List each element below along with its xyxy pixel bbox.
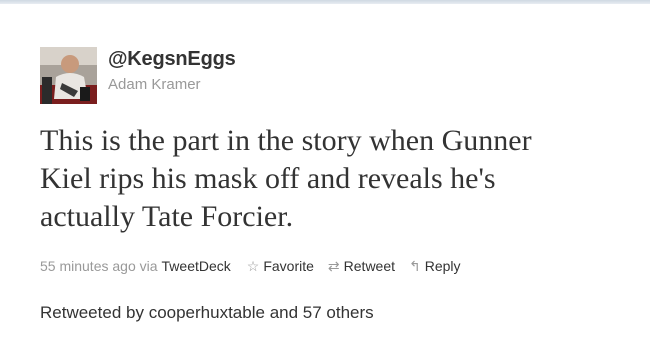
reply-button[interactable]: ↰ Reply <box>409 258 461 274</box>
tweet-text: This is the part in the story when Gunne… <box>40 122 640 236</box>
screen-name[interactable]: @KegsnEggs <box>108 48 236 71</box>
favorite-label: Favorite <box>263 258 314 274</box>
avatar[interactable] <box>40 47 97 104</box>
retweet-label: Retweet <box>343 258 396 274</box>
retweet-button[interactable]: ⇄ Retweet <box>328 258 395 274</box>
tweet-text-line: Kiel rips his mask off and reveals he's <box>40 162 496 195</box>
timestamp[interactable]: 55 minutes ago <box>40 258 136 274</box>
full-name: Adam Kramer <box>108 76 201 93</box>
star-icon: ☆ <box>246 258 260 274</box>
tweet-meta: 55 minutes ago via TweetDeck ☆ Favorite … <box>40 258 461 274</box>
retweeter-link[interactable]: cooperhuxtable <box>149 303 265 322</box>
client-link[interactable]: TweetDeck <box>162 258 231 274</box>
retweeted-prefix: Retweeted by <box>40 303 144 322</box>
retweet-icon: ⇄ <box>327 258 340 274</box>
via-label: via <box>139 258 158 274</box>
retweeted-suffix[interactable]: and 57 others <box>270 303 374 322</box>
tweet-text-line: This is the part in the story when Gunne… <box>40 124 532 157</box>
avatar-photo <box>40 47 97 104</box>
retweeted-by: Retweeted by cooperhuxtable and 57 other… <box>40 303 374 323</box>
tweet-text-line: actually Tate Forcier. <box>40 200 294 233</box>
tweet-card: @KegsnEggs Adam Kramer This is the part … <box>0 0 650 343</box>
favorite-button[interactable]: ☆ Favorite <box>247 258 314 274</box>
reply-label: Reply <box>424 258 461 274</box>
reply-icon: ↰ <box>409 258 421 274</box>
